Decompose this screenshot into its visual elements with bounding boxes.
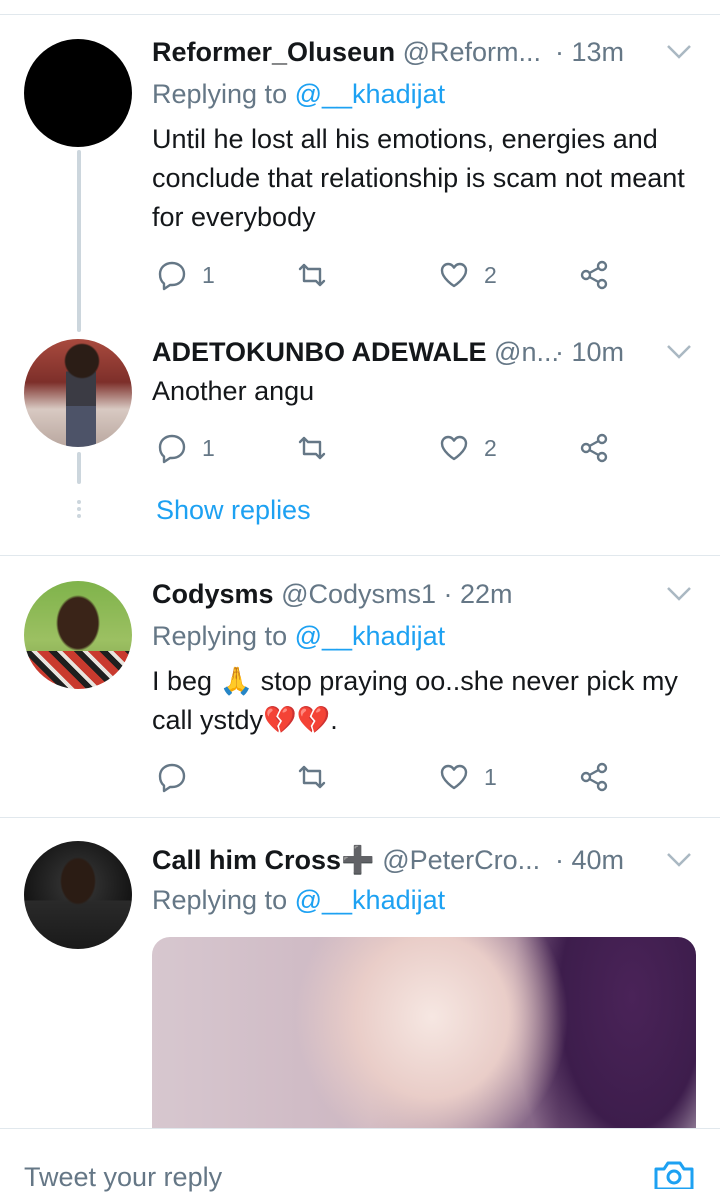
user-handle[interactable]: @Codysms1 xyxy=(281,579,436,609)
tweet-header: ADETOKUNBO ADEWALE @n... · 10m xyxy=(152,334,696,370)
display-name[interactable]: Reformer_Oluseun xyxy=(152,37,395,67)
timestamp[interactable]: · 22m xyxy=(444,579,513,609)
tweet-header: Reformer_Oluseun @Reform... · 13m xyxy=(152,34,696,70)
reply-button[interactable]: 1 xyxy=(156,428,215,468)
chevron-down-icon[interactable] xyxy=(666,586,692,602)
reply-button[interactable] xyxy=(156,757,202,797)
display-name[interactable]: Call him Cross➕ xyxy=(152,845,375,875)
avatar[interactable] xyxy=(24,841,132,949)
share-button[interactable] xyxy=(578,757,610,797)
replying-prefix: Replying to xyxy=(152,885,288,915)
timestamp[interactable]: · 40m xyxy=(555,842,624,878)
retweet-button[interactable] xyxy=(296,757,342,797)
tweet[interactable]: ADETOKUNBO ADEWALE @n... · 10m Another a… xyxy=(0,332,720,552)
reply-count: 1 xyxy=(202,261,215,288)
share-icon xyxy=(580,762,608,792)
like-button[interactable]: 2 xyxy=(438,255,497,295)
like-button[interactable]: 2 xyxy=(438,428,497,468)
retweet-icon xyxy=(298,263,326,287)
reply-button[interactable]: 1 xyxy=(156,255,215,295)
mention-link[interactable]: @__khadijat xyxy=(295,79,446,109)
timestamp[interactable]: · 10m xyxy=(555,334,624,370)
replying-prefix: Replying to xyxy=(152,621,288,651)
user-handle[interactable]: @n... xyxy=(494,337,559,367)
share-button[interactable] xyxy=(578,255,610,295)
tweet-header: Codysms @Codysms1 · 22m xyxy=(152,576,696,612)
top-divider xyxy=(0,14,720,15)
like-button[interactable]: 1 xyxy=(438,757,497,797)
display-name[interactable]: Codysms xyxy=(152,579,274,609)
avatar[interactable] xyxy=(24,339,132,447)
tweet-actions: 1 2 xyxy=(152,428,622,468)
reply-count: 1 xyxy=(202,434,215,461)
tweet[interactable]: Reformer_Oluseun @Reform... · 13m Replyi… xyxy=(0,32,720,322)
tweet-header: Call him Cross➕ @PeterCro... · 40m xyxy=(152,842,696,878)
timestamp[interactable]: · 13m xyxy=(555,34,624,70)
like-count: 2 xyxy=(484,434,497,461)
user-handle[interactable]: @PeterCro... xyxy=(382,845,540,875)
tweet-media-image[interactable] xyxy=(152,937,696,1157)
reply-icon xyxy=(158,434,186,464)
share-icon xyxy=(580,433,608,463)
replying-to: Replying to @__khadijat xyxy=(152,618,445,654)
replying-to: Replying to @__khadijat xyxy=(152,882,445,918)
like-count: 2 xyxy=(484,261,497,288)
replying-to: Replying to @__khadijat xyxy=(152,76,445,112)
share-button[interactable] xyxy=(578,428,610,468)
tweet-text: I beg 🙏 stop praying oo..she never pick … xyxy=(152,666,678,735)
reply-composer: Tweet your reply xyxy=(0,1128,720,1192)
reply-icon xyxy=(158,261,186,291)
tweet-actions: 1 xyxy=(152,757,622,797)
retweet-icon xyxy=(298,436,326,460)
heart-icon xyxy=(440,435,468,461)
reply-input[interactable]: Tweet your reply xyxy=(24,1159,222,1195)
avatar[interactable] xyxy=(24,39,132,147)
heart-icon xyxy=(440,764,468,790)
retweet-button[interactable] xyxy=(296,255,342,295)
tweet[interactable]: Codysms @Codysms1 · 22m Replying to @__k… xyxy=(0,574,720,804)
mention-link[interactable]: @__khadijat xyxy=(295,885,446,915)
mention-link[interactable]: @__khadijat xyxy=(295,621,446,651)
show-replies-link[interactable]: Show replies xyxy=(156,492,311,528)
chevron-down-icon[interactable] xyxy=(666,344,692,360)
user-handle[interactable]: @Reform... xyxy=(403,37,541,67)
tweet-text: Another angu xyxy=(152,376,315,406)
tweet-divider xyxy=(0,817,720,818)
like-count: 1 xyxy=(484,763,497,790)
heart-icon xyxy=(440,262,468,288)
tweet-divider xyxy=(0,555,720,556)
chevron-down-icon[interactable] xyxy=(666,852,692,868)
avatar[interactable] xyxy=(24,581,132,689)
retweet-button[interactable] xyxy=(296,428,342,468)
reply-icon xyxy=(158,763,186,793)
retweet-icon xyxy=(298,765,326,789)
share-icon xyxy=(580,260,608,290)
tweet-actions: 1 2 xyxy=(152,255,622,295)
chevron-down-icon[interactable] xyxy=(666,44,692,60)
tweet-text: Until he lost all his emotions, energies… xyxy=(152,124,685,232)
replying-prefix: Replying to xyxy=(152,79,288,109)
camera-icon[interactable] xyxy=(652,1159,696,1189)
display-name[interactable]: ADETOKUNBO ADEWALE xyxy=(152,337,487,367)
